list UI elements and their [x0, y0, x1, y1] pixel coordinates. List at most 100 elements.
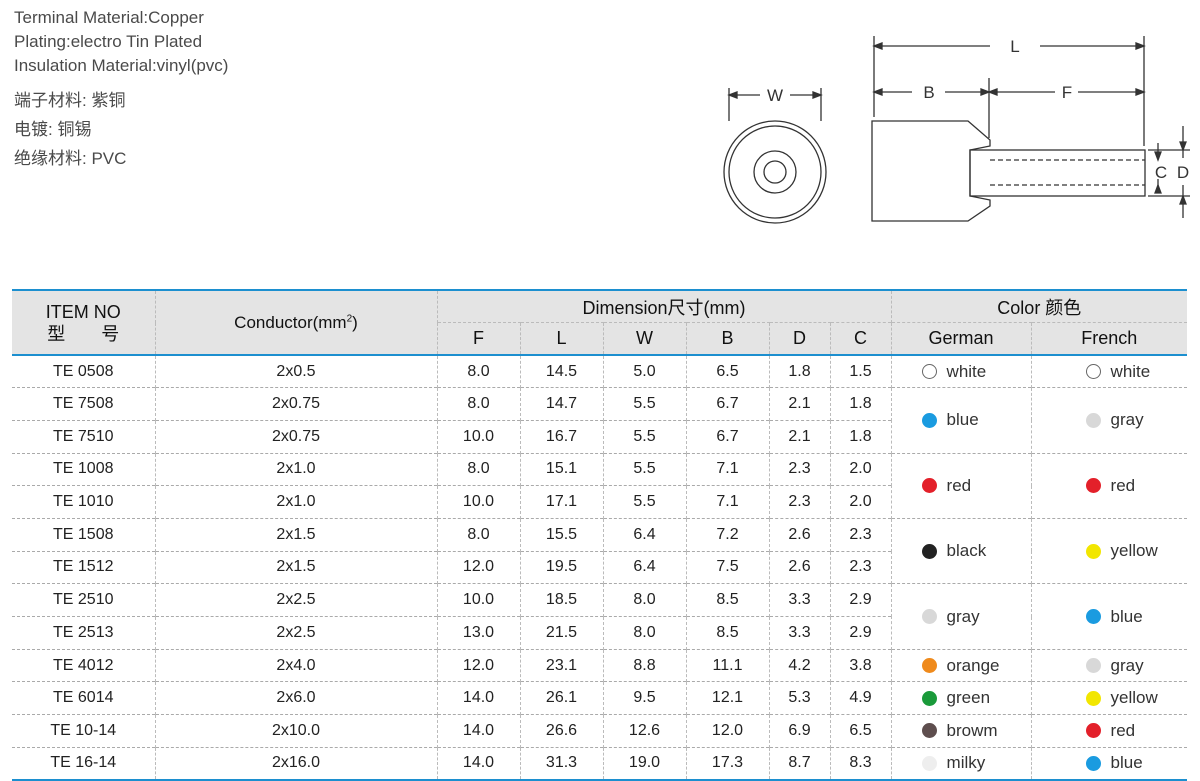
cell-dim-d: 2.1: [768, 387, 830, 421]
cell-dim-w: 5.5: [602, 387, 686, 421]
cell-dim-f: 8.0: [436, 517, 520, 552]
cell-dim-b: 6.5: [685, 355, 769, 388]
color-dot-icon: [1085, 412, 1101, 428]
color-name: blue: [1110, 606, 1143, 626]
cell-dim-b: 12.1: [685, 681, 769, 715]
cell-dim-f: 10.0: [436, 485, 520, 519]
cell-dim-c: 2.3: [829, 550, 892, 584]
cell-color-german: red: [890, 452, 1032, 519]
cell-dim-f: 14.0: [436, 681, 520, 715]
cell-dim-c: 3.8: [829, 648, 892, 682]
cell-color-french: yellow: [1030, 681, 1188, 715]
cell-dim-d: 2.3: [768, 452, 830, 486]
color-swatch-label: red: [892, 476, 1031, 496]
color-name: red: [1110, 475, 1136, 495]
cell-dim-d: 6.9: [768, 714, 830, 748]
cell-dim-d: 3.3: [768, 583, 830, 617]
color-swatch-label: gray: [1032, 410, 1188, 430]
cell-dim-l: 14.7: [519, 387, 603, 421]
cell-dim-w: 6.4: [602, 550, 686, 584]
table-body: TE 0508 2x0.5 8.0 14.5 5.0 6.5 1.8 1.5 white whit…: [12, 355, 1188, 781]
cell-conductor: 2x6.0: [154, 681, 437, 715]
cell-conductor: 2x1.0: [154, 452, 437, 486]
cell-color-french: gray: [1030, 648, 1188, 682]
cell-color-french: yellow: [1030, 517, 1188, 584]
header-dim-b: B: [685, 322, 769, 356]
cell-item-no: TE 0508: [53, 362, 114, 380]
cell-dim-w: 5.5: [602, 419, 686, 454]
cell-dim-c: 6.5: [829, 714, 892, 748]
color-swatch-label: orange: [892, 656, 1031, 676]
material-specs: Terminal Material:Copper Plating:electro…: [14, 6, 228, 173]
ferrule-spec-table: ITEM NO 型 号 Conductor(mm2) Dimension尺寸(m…: [12, 289, 1188, 781]
cell-dim-w: 9.5: [602, 681, 686, 715]
color-name: white: [946, 361, 987, 381]
header-dim-c: C: [829, 322, 892, 356]
cell-dim-d: 4.2: [768, 648, 830, 682]
cell-color-french: red: [1030, 714, 1188, 748]
cell-dim-c: 1.8: [829, 387, 892, 421]
cell-dim-c: 2.9: [829, 583, 892, 617]
label-w: W: [767, 86, 783, 105]
cell-color-french: blue: [1030, 583, 1188, 650]
cell-dim-c: 4.9: [829, 681, 892, 715]
cell-item-no: TE 4012: [12, 648, 155, 682]
cell-item-no: TE 1512: [12, 550, 155, 584]
header-dimension: Dimension尺寸(mm): [436, 289, 892, 323]
cell-dim-f: 13.0: [436, 616, 520, 650]
cell-color-french: red: [1030, 452, 1188, 519]
cell-dim-w: 12.6: [602, 714, 686, 748]
cell-color-german: white: [890, 355, 1032, 388]
color-swatch-label: blue: [1032, 607, 1188, 627]
spec-insulation-material: Insulation Material:vinyl(pvc): [14, 56, 229, 75]
cell-dim-d: 1.8: [768, 355, 830, 388]
header-dim-w: W: [602, 322, 686, 356]
color-name: red: [946, 475, 972, 495]
cell-color-french: gray: [1030, 387, 1188, 454]
cell-color-german: orange: [890, 648, 1032, 682]
color-swatch-label: blue: [1032, 753, 1188, 773]
header-french: French: [1030, 322, 1188, 356]
cell-dim-f: 8.0: [436, 452, 520, 486]
color-swatch-label: green: [892, 688, 1031, 708]
cell-dim-b: 8.5: [685, 616, 769, 650]
color-dot-icon: [1085, 690, 1101, 706]
cell-dim-l: 19.5: [519, 550, 603, 584]
cell-item-no: TE 10-14: [12, 714, 155, 748]
cell-dim-c: 2.0: [829, 485, 892, 519]
cell-dim-l: 26.6: [519, 714, 603, 748]
cell-color-french: white: [1030, 355, 1188, 388]
cell-conductor: 2x16.0: [154, 746, 437, 781]
cell-dim-l: 17.1: [519, 485, 603, 519]
cell-color-french: blue: [1030, 746, 1188, 781]
header-dim-f: F: [436, 322, 520, 356]
cell-item-no: TE 2513: [12, 616, 155, 650]
cell-item-no: TE 2510: [12, 583, 155, 617]
cell-dim-w: 19.0: [602, 746, 686, 781]
color-name: browm: [946, 720, 998, 740]
cell-item-no: TE 7510: [12, 419, 155, 454]
cell-dim-b: 11.1: [685, 648, 769, 682]
cell-dim-l: 23.1: [519, 648, 603, 682]
cell-color-german: green: [890, 681, 1032, 715]
color-dot-icon: [921, 609, 937, 624]
color-dot-icon: [921, 658, 937, 674]
cell-dim-b: 12.0: [685, 714, 769, 748]
cell-conductor: 2x0.75: [154, 419, 437, 454]
color-swatch-label: yellow: [1032, 541, 1188, 561]
cell-conductor: 2x2.5: [154, 583, 437, 617]
cell-item-no: TE 7508: [12, 387, 155, 421]
cell-dim-b: 7.1: [685, 485, 769, 519]
color-swatch-label: milky: [892, 753, 1031, 773]
color-name: blue: [946, 410, 979, 430]
spec-cn-plating: 电镀: 铜锡: [14, 120, 92, 139]
color-swatch-label: white: [892, 362, 1031, 382]
header-dim-d: D: [768, 322, 830, 356]
color-name: white: [1110, 361, 1151, 381]
color-dot-icon: [921, 364, 937, 380]
cell-dim-l: 21.5: [519, 616, 603, 650]
color-name: yellow: [1110, 541, 1158, 561]
color-dot-icon: [921, 690, 937, 706]
cell-item-no: TE 16-14: [12, 746, 155, 781]
cell-dim-l: 16.7: [519, 419, 603, 454]
